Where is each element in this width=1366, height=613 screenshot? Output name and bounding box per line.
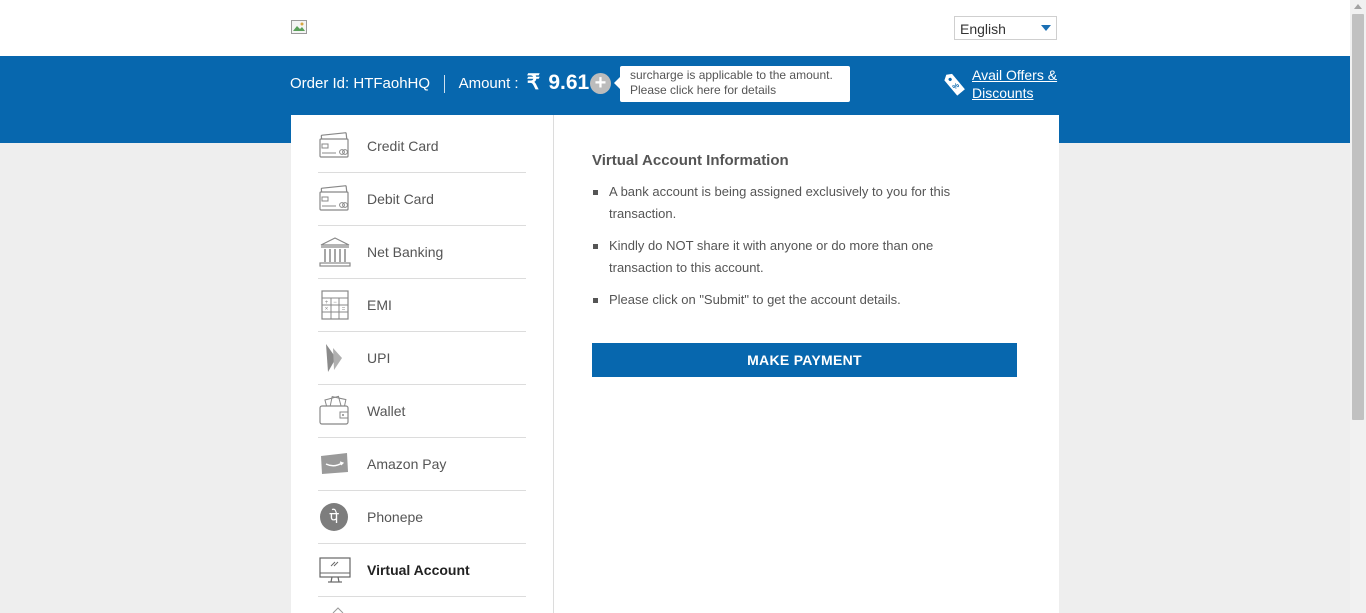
info-list: A bank account is being assigned exclusi… [592,181,972,321]
amount-value: 9.61 [548,71,590,94]
scroll-thumb[interactable] [1352,14,1364,420]
upi-icon [326,344,342,372]
surcharge-details-plus-icon[interactable]: + [590,73,611,94]
order-divider [444,75,446,94]
sidebar-item-label: EMI [367,297,392,313]
sidebar-item-upi[interactable]: UPI [318,332,526,385]
rupee-symbol: ₹ [526,71,541,94]
order-summary: Order Id: HTFaohHQ Amount : ₹ 9.61 [290,72,589,94]
info-bullet: A bank account is being assigned exclusi… [592,181,972,225]
amazon-pay-icon [321,453,348,474]
sidebar-item-label: Credit Card [367,138,439,154]
sidebar-item-label: Virtual Account [367,562,470,578]
payment-card: Credit Card Debit Card Net Banking + − ×… [291,115,1059,613]
svg-text:पे: पे [329,508,339,527]
sidebar-item-label: Net Banking [367,244,444,260]
svg-text:×: × [325,307,329,313]
svg-text:−: − [333,300,337,306]
sidebar-item-label: Amazon Pay [367,456,447,472]
sidebar-item-emi[interactable]: + − × = EMI [318,279,526,332]
avail-offers-link[interactable]: Avail Offers & Discounts [972,66,1072,102]
sidebar-item-label: Debit Card [367,191,434,207]
svg-text:+: + [325,300,329,306]
make-payment-button[interactable]: MAKE PAYMENT [592,343,1017,377]
top-header: English [0,0,1350,56]
language-select[interactable]: English [954,16,1057,40]
order-id-value: HTFaohHQ [353,75,431,92]
offer-tag-icon: % [944,73,965,96]
language-selected-value: English [960,21,1006,37]
info-bullet: Please click on "Submit" to get the acco… [592,289,972,311]
amount-label: Amount : [458,75,519,92]
calculator-icon: + − × = [321,290,349,320]
sidebar-item-label: Wallet [367,403,406,419]
scroll-up-arrow-icon[interactable] [1354,4,1362,9]
page-scrollbar[interactable] [1350,0,1366,613]
broken-logo-image-icon [291,20,307,34]
sidebar-item-wallet[interactable]: Wallet [318,385,526,438]
sidebar-item-label: UPI [367,350,391,366]
wallet-icon [319,395,349,425]
sidebar-item-label: Phonepe [367,509,424,525]
next-item-icon-partial [332,607,344,613]
svg-text:=: = [342,307,346,313]
payment-methods-sidebar: Credit Card Debit Card Net Banking + − ×… [291,115,554,613]
surcharge-tooltip-text: surcharge is applicable to the amount. P… [630,68,833,97]
sidebar-item-virtual-account[interactable]: Virtual Account [318,544,526,597]
credit-card-icon [319,132,349,158]
sidebar-item-debit-card[interactable]: Debit Card [318,173,526,226]
sidebar-item-credit-card[interactable]: Credit Card [318,120,526,173]
monitor-icon [319,557,351,583]
sidebar-item-phonepe[interactable]: पे Phonepe [318,491,526,544]
order-id-label: Order Id: [290,75,350,92]
info-bullet: Kindly do NOT share it with anyone or do… [592,235,972,279]
phonepe-icon: पे [320,503,348,531]
dropdown-arrow-icon [1041,25,1051,31]
debit-card-icon [319,185,349,211]
sidebar-item-net-banking[interactable]: Net Banking [318,226,526,279]
surcharge-tooltip[interactable]: surcharge is applicable to the amount. P… [614,66,850,102]
sidebar-item-amazon-pay[interactable]: Amazon Pay [318,438,526,491]
panel-title: Virtual Account Information [592,152,789,169]
bank-icon [319,237,351,267]
